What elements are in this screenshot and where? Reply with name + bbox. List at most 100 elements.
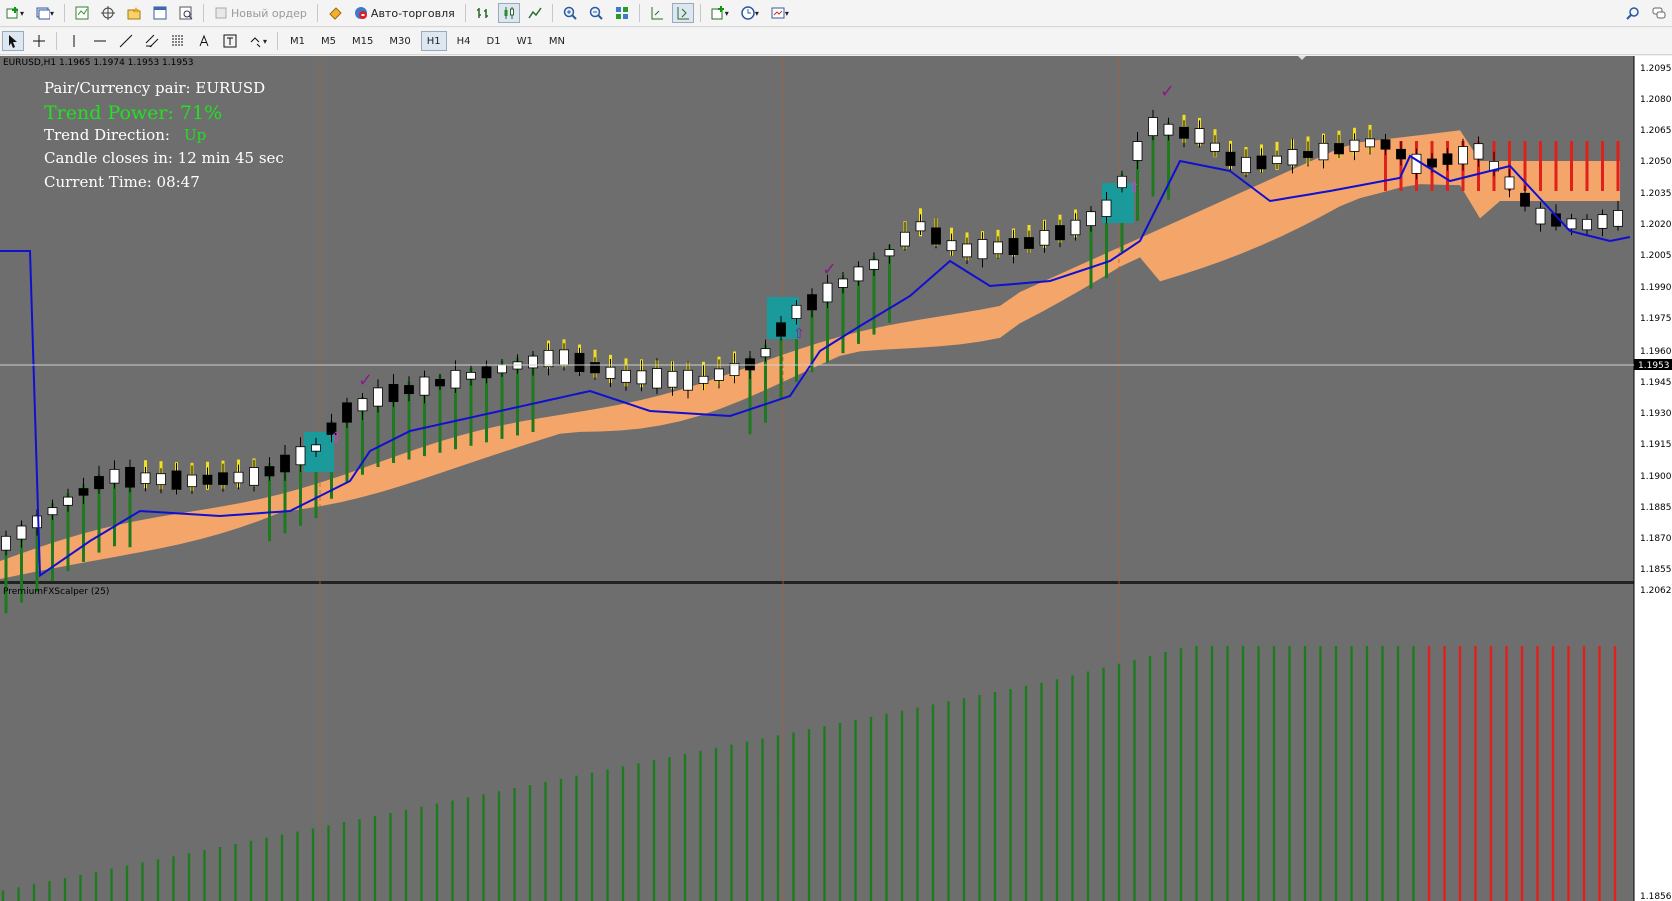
price-label: 1.1900 [1640,472,1672,482]
new-order-icon [215,7,227,19]
candle-body [1117,175,1127,189]
horizontal-line-icon [94,40,106,42]
timeframe-w1[interactable]: W1 [511,31,539,51]
chart-shift-button[interactable] [646,3,668,23]
template-icon [771,7,785,19]
candle-body [1504,176,1515,190]
histogram-bar [63,878,67,901]
crosshair-move-icon [101,6,116,20]
profiles-button[interactable]: ▾ [32,3,58,23]
histogram-bar [280,834,284,901]
star-folder-icon [127,7,141,20]
new-order-button[interactable]: Новый ордер [210,3,311,23]
histogram-bar [1427,646,1431,901]
main-toolbar: ▾ ▾ Новый ордер Авто-торговля ▾ ▾ ▾ [0,0,1672,27]
chat-icon [1652,7,1666,19]
histogram-bar [668,757,671,901]
indicators-button[interactable]: ▾ [707,3,733,23]
equidistant-channel-button[interactable] [141,31,163,51]
data-window-button[interactable] [97,3,119,23]
histogram-bar [451,800,454,901]
candle-body [667,370,678,388]
histogram-bar [1133,659,1136,901]
new-chart-button[interactable]: ▾ [2,3,28,23]
navigator-button[interactable] [123,3,145,23]
candle-body [900,231,910,247]
histogram-bar [823,726,826,901]
periods-button[interactable]: ▾ [737,3,763,23]
text-label-button[interactable] [219,31,241,51]
horizontal-line-button[interactable] [89,31,111,51]
chart-window[interactable]: ✓ ✓ ✓ ⇧ ⇧ ⇧ 1.1953 1.2095 1.2080 1.2065 … [0,56,1672,901]
search-button[interactable] [1622,3,1644,23]
trendline-button[interactable] [115,31,137,51]
histogram-bar [1474,646,1477,901]
chart-canvas[interactable]: ✓ ✓ ✓ ⇧ ⇧ ⇧ 1.1953 1.2095 1.2080 1.2065 … [0,56,1672,901]
candle-body [1024,237,1034,249]
candle-body [171,470,182,490]
timeframe-h1[interactable]: H1 [420,31,447,51]
timeframe-m1[interactable]: M1 [284,31,311,51]
histogram-bar [17,887,20,901]
candle-body [1008,238,1019,256]
histogram-bar [1071,675,1074,901]
histogram-bar [621,766,625,901]
indicator-pane[interactable] [0,584,1634,901]
histogram-bar [575,775,578,901]
histogram-bar [265,837,268,901]
histogram-bar [1040,682,1043,901]
histogram-bar [978,695,981,901]
timeframe-mn[interactable]: MN [543,31,571,51]
candle-body [1613,210,1623,227]
timeframe-m15[interactable]: M15 [346,31,379,51]
crosshair-button[interactable] [28,31,50,51]
autoscroll-button[interactable] [671,3,694,23]
price-label: 1.2020 [1640,220,1672,230]
candle-body [373,387,383,407]
histogram-bar [807,729,811,901]
candle-body [1349,139,1360,152]
timeframe-h4[interactable]: H4 [451,31,477,51]
candlestick-button[interactable] [497,3,520,23]
text-button[interactable] [193,31,215,51]
histogram-bar [854,719,857,901]
current-price-text: 1.1953 [1638,361,1670,371]
market-watch-button[interactable] [71,3,93,23]
candle-body [621,370,631,383]
autotrading-label: Авто-торговля [370,6,455,20]
line-chart-button[interactable] [524,3,546,23]
histogram-bar [1117,663,1121,901]
candle-body [1520,192,1530,207]
arrows-button[interactable]: ▾ [245,31,271,51]
histogram-bar [48,881,51,901]
pane-divider[interactable] [0,581,1634,584]
timeframe-m5[interactable]: M5 [315,31,342,51]
drawing-toolbar: ▾ M1 M5 M15 M30 H1 H4 D1 W1 MN [0,28,1672,55]
autotrading-button[interactable]: Авто-торговля [350,3,459,23]
zoom-in-button[interactable] [559,3,581,23]
check-mark-icon: ✓ [822,259,837,280]
chat-button[interactable] [1648,3,1670,23]
timeframe-m30[interactable]: M30 [383,31,416,51]
trend-bar [1539,141,1542,191]
histogram-bar [1365,646,1369,901]
candle-body [822,282,833,303]
templates-button[interactable]: ▾ [767,3,793,23]
tile-windows-button[interactable] [611,3,633,23]
cursor-button[interactable] [2,31,24,51]
bar-chart-button[interactable] [472,3,494,23]
timeframe-d1[interactable]: D1 [481,31,507,51]
histogram-bar [1,890,5,901]
zoom-out-button[interactable] [585,3,607,23]
terminal-button[interactable] [149,3,171,23]
fibonacci-button[interactable] [167,31,189,51]
candle-body [791,304,802,319]
histogram-bar [1505,646,1508,901]
candle-body [1,535,11,551]
new-chart-icon [6,7,18,19]
strategy-tester-button[interactable] [175,3,197,23]
metaeditor-button[interactable] [324,3,346,23]
histogram-bar [1458,646,1462,901]
vertical-line-button[interactable] [63,31,85,51]
candle-body [187,474,197,488]
